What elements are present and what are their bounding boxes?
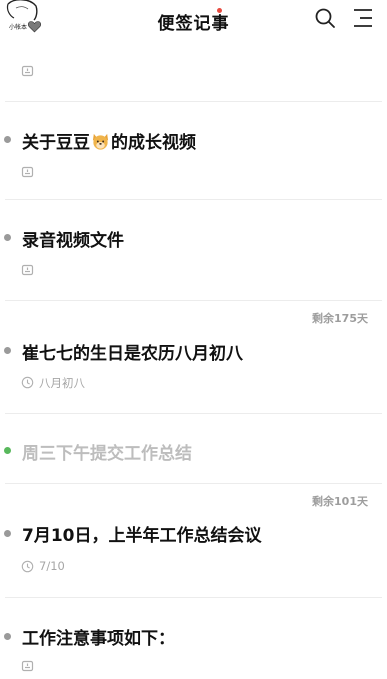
app-screen: 关于豆豆 的成长视频 录音视频文件 剩余175天 崔七七的生日是农历八月初八 八… [0, 0, 387, 679]
note-bullet [4, 633, 11, 640]
note-type-icon [21, 166, 34, 178]
note-bullet [4, 347, 11, 354]
divider [5, 199, 382, 200]
note-bullet-done [4, 447, 11, 454]
notification-dot [217, 8, 222, 13]
note-bullet [4, 234, 11, 241]
note-type-icon [21, 264, 34, 276]
reminder-date: 7/10 [39, 559, 65, 573]
divider [5, 101, 382, 102]
clock-icon [21, 376, 34, 389]
divider [5, 413, 382, 414]
note-title: 崔七七的生日是农历八月初八 [22, 344, 243, 364]
note-bullet [4, 136, 11, 143]
search-icon[interactable] [314, 7, 336, 29]
remaining-days: 剩余101天 [312, 495, 368, 508]
note-title: 周三下午提交工作总结 [22, 444, 192, 464]
note-type-icon [21, 660, 34, 672]
reminder-date: 八月初八 [39, 376, 85, 390]
divider [5, 483, 382, 484]
note-type-icon [21, 65, 34, 77]
note-title: 工作注意事项如下： [22, 629, 175, 649]
divider [5, 597, 382, 598]
note-bullet [4, 530, 11, 537]
remaining-days: 剩余175天 [312, 312, 368, 325]
menu-icon[interactable] [352, 7, 374, 29]
note-title: 录音视频文件 [22, 231, 124, 251]
top-bar: 小帐本 便签记事 [0, 0, 387, 46]
dog-emoji-icon [92, 133, 109, 150]
clock-icon [21, 560, 34, 573]
note-title: 7月10日，上半年工作总结会议 [22, 526, 262, 546]
divider [5, 300, 382, 301]
notes-list[interactable]: 关于豆豆 的成长视频 录音视频文件 剩余175天 崔七七的生日是农历八月初八 八… [0, 0, 387, 679]
note-title: 关于豆豆 的成长视频 [22, 133, 196, 153]
